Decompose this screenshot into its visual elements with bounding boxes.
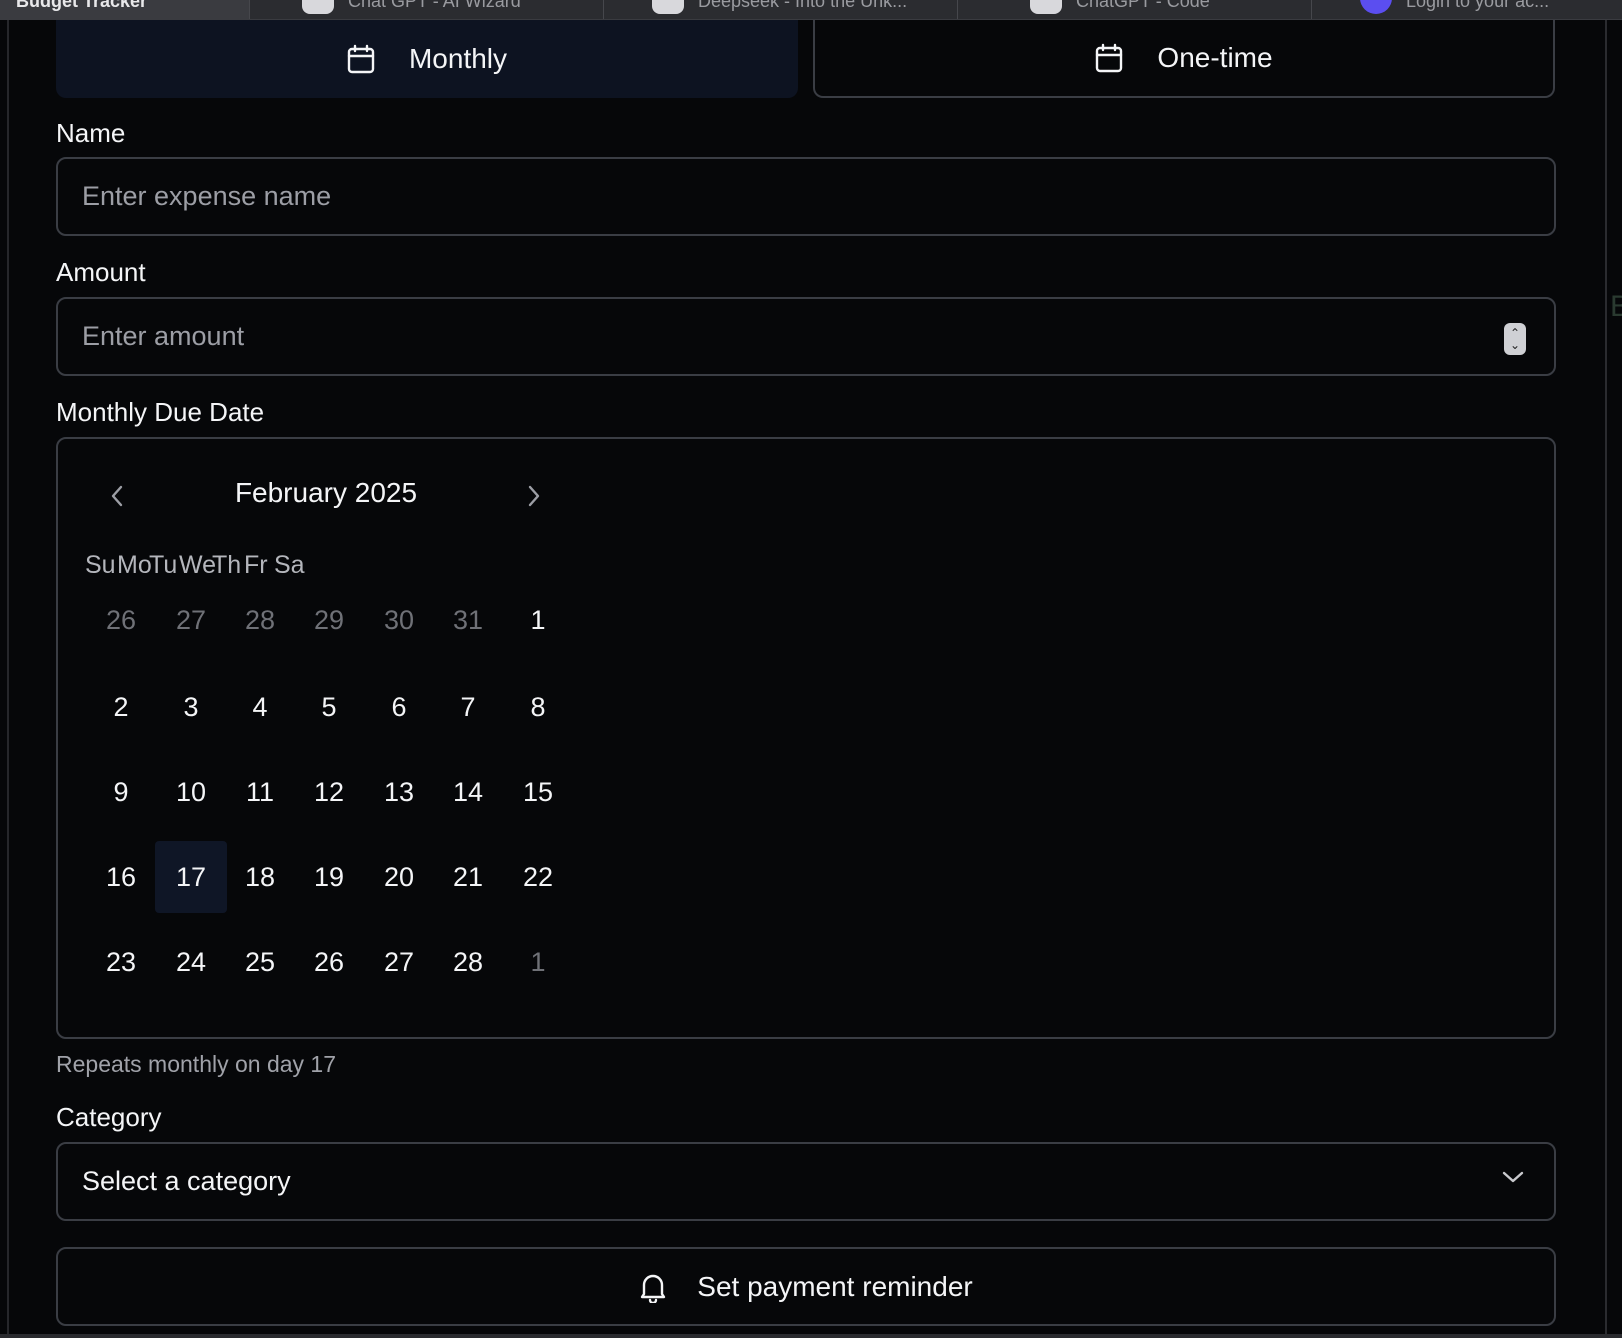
chevron-down-icon — [1502, 1171, 1524, 1183]
app-icon — [652, 0, 684, 14]
weekday-label: Tu — [149, 551, 178, 579]
window-edge-left — [7, 20, 9, 1338]
one-time-toggle-label: One-time — [1157, 42, 1273, 73]
calendar-day[interactable]: 29 — [293, 584, 365, 656]
category-select[interactable]: Select a category — [56, 1142, 1556, 1221]
calendar-day[interactable]: 6 — [363, 671, 435, 743]
weekday-label: We — [179, 551, 217, 579]
calendar-icon — [1096, 43, 1123, 73]
expense-name-input[interactable] — [82, 181, 1530, 212]
calendar-day[interactable]: 26 — [85, 584, 157, 656]
calendar-day[interactable]: 26 — [293, 926, 365, 998]
calendar-day[interactable]: 4 — [224, 671, 296, 743]
chevron-left-icon — [111, 485, 123, 507]
round-app-icon — [1360, 0, 1392, 14]
calendar-day[interactable]: 9 — [85, 756, 157, 828]
calendar-day[interactable]: 31 — [432, 584, 504, 656]
calendar-day[interactable]: 28 — [224, 584, 296, 656]
openai-icon — [302, 0, 334, 14]
calendar-day[interactable]: 7 — [432, 671, 504, 743]
calendar-day[interactable]: 30 — [363, 584, 435, 656]
calendar-day[interactable]: 20 — [363, 841, 435, 913]
one-time-toggle-button[interactable]: One-time — [813, 20, 1555, 98]
name-field-container — [56, 157, 1556, 236]
weekday-label: Sa — [274, 551, 305, 579]
tab-label: ChatGPT - Code — [1076, 0, 1210, 11]
calendar-day[interactable]: 21 — [432, 841, 504, 913]
amount-field-container: ⌃ ⌄ — [56, 297, 1556, 376]
due-date-helper-text: Repeats monthly on day 17 — [56, 1051, 337, 1077]
bell-icon — [641, 1274, 666, 1303]
monthly-toggle-button[interactable]: Monthly — [56, 20, 798, 98]
amount-input[interactable] — [82, 321, 1530, 352]
tab-label: Chat GPT - AI Wizard — [348, 0, 521, 11]
calendar-day[interactable]: 1 — [502, 584, 574, 656]
background-glyph: B — [1610, 290, 1622, 323]
window-edge-bottom — [0, 1334, 1622, 1338]
stepper-down-icon[interactable]: ⌄ — [1510, 339, 1520, 351]
calendar-day[interactable]: 5 — [293, 671, 365, 743]
category-label: Category — [56, 1102, 162, 1132]
calendar-day[interactable]: 27 — [363, 926, 435, 998]
weekday-header: Su Mo Tu We Th Fr Sa — [85, 551, 306, 580]
chevron-right-icon — [528, 485, 540, 507]
calendar-day[interactable]: 12 — [293, 756, 365, 828]
calendar-day[interactable]: 14 — [432, 756, 504, 828]
calendar-day[interactable]: 16 — [85, 841, 157, 913]
weekday-label: Th — [212, 551, 242, 579]
reminder-button-label: Set payment reminder — [697, 1270, 973, 1302]
window-edge-right — [1605, 20, 1607, 1338]
tab-label: Budget Tracker — [16, 0, 148, 11]
browser-tab-chatgpt-code[interactable]: ChatGPT - Code — [958, 0, 1312, 19]
calendar-day[interactable]: 15 — [502, 756, 574, 828]
calendar-day[interactable]: 19 — [293, 841, 365, 913]
browser-tab-chatgpt-wizard[interactable]: Chat GPT - AI Wizard — [250, 0, 604, 19]
tab-label: Deepseek - Into the Unk... — [698, 0, 908, 11]
calendar-day[interactable]: 8 — [502, 671, 574, 743]
category-select-value: Select a category — [82, 1166, 291, 1196]
calendar-icon — [347, 44, 375, 74]
weekday-label: Fr — [244, 551, 268, 579]
openai-icon — [1030, 0, 1062, 14]
calendar-day[interactable]: 2 — [85, 671, 157, 743]
name-label: Name — [56, 118, 126, 148]
calendar-day[interactable]: 24 — [155, 926, 227, 998]
calendar-day[interactable]: 11 — [224, 756, 296, 828]
previous-month-button[interactable] — [102, 481, 132, 511]
browser-tab-deepseek[interactable]: Deepseek - Into the Unk... — [604, 0, 958, 19]
calendar-day[interactable]: 23 — [85, 926, 157, 998]
calendar-day[interactable]: 10 — [155, 756, 227, 828]
browser-tab-strip: Budget Tracker Chat GPT - AI Wizard Deep… — [0, 0, 1622, 20]
calendar-day[interactable]: 18 — [224, 841, 296, 913]
calendar-day[interactable]: 1 — [502, 926, 574, 998]
calendar-day[interactable]: 3 — [155, 671, 227, 743]
calendar-month-title: February 2025 — [234, 477, 418, 508]
calendar-day[interactable]: 25 — [224, 926, 296, 998]
monthly-toggle-label: Monthly — [408, 43, 508, 74]
set-payment-reminder-button[interactable]: Set payment reminder — [56, 1247, 1556, 1326]
browser-tab-login[interactable]: Login to your ac... — [1312, 0, 1622, 19]
weekday-label: Mo — [117, 551, 152, 579]
calendar-day-selected[interactable]: 17 — [155, 841, 227, 913]
due-date-calendar: February 2025 Su Mo Tu We Th Fr Sa 26 27 2… — [56, 437, 1556, 1039]
calendar-day[interactable]: 27 — [155, 584, 227, 656]
weekday-label: Su — [85, 551, 116, 579]
browser-tab-budget-tracker[interactable]: Budget Tracker — [0, 0, 250, 19]
amount-stepper[interactable]: ⌃ ⌄ — [1504, 323, 1526, 355]
due-date-label: Monthly Due Date — [56, 397, 265, 427]
calendar-day[interactable]: 28 — [432, 926, 504, 998]
calendar-day[interactable]: 22 — [502, 841, 574, 913]
tab-label: Login to your ac... — [1406, 0, 1550, 11]
amount-label: Amount — [56, 257, 146, 287]
frequency-toggle: Monthly One-time — [56, 20, 1556, 98]
next-month-button[interactable] — [519, 481, 549, 511]
calendar-day[interactable]: 13 — [363, 756, 435, 828]
